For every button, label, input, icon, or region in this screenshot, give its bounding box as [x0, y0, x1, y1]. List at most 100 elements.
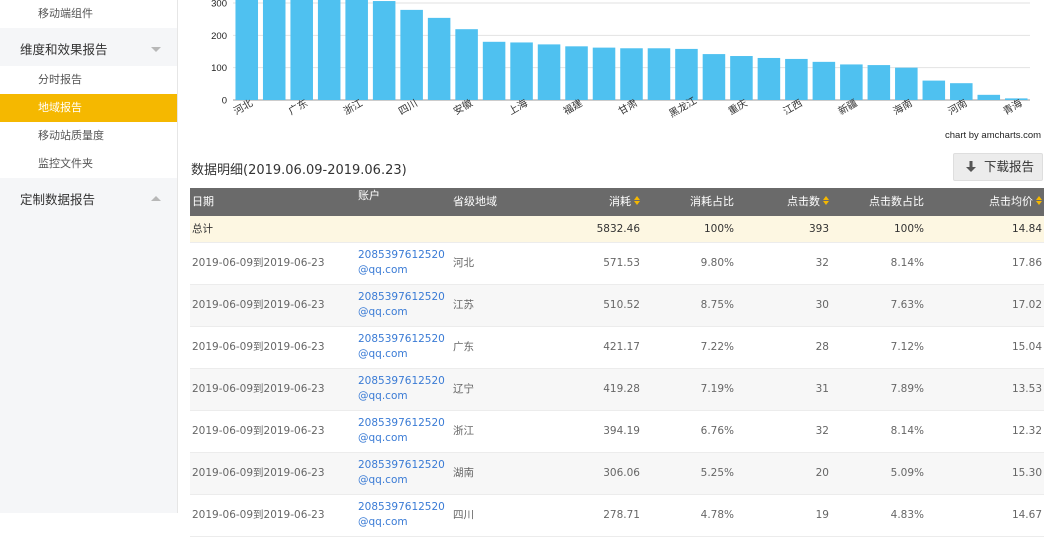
- table-row: 2019-06-09到2019-06-23 2085397612520@qq.c…: [190, 243, 1044, 285]
- row-clicks: 30: [815, 299, 829, 311]
- row-account-link[interactable]: 2085397612520@qq.com: [358, 500, 452, 530]
- bar-广西: [922, 80, 946, 100]
- bar-福建: [565, 46, 588, 100]
- row-clicks: 32: [815, 425, 829, 437]
- header-avg-label: 点击均价: [989, 195, 1033, 208]
- table-row: 2019-06-09到2019-06-23 2085397612520@qq.c…: [190, 327, 1044, 369]
- row-click-pct: 5.09%: [890, 467, 924, 479]
- row-cost: 394.19: [603, 425, 640, 437]
- total-avg: 14.84: [1011, 223, 1042, 235]
- row-cost-pct: 8.75%: [700, 299, 734, 311]
- y-tick-label: 100: [211, 63, 227, 74]
- row-cost-pct: 7.22%: [700, 341, 734, 353]
- row-cost: 510.52: [603, 299, 640, 311]
- bar-陕西: [647, 48, 671, 100]
- row-cost-pct: 5.25%: [700, 467, 734, 479]
- row-cost-pct: 4.78%: [700, 509, 734, 521]
- bar-江西: [785, 58, 808, 100]
- row-avg: 15.04: [1011, 341, 1042, 353]
- sidebar-item-hourly-report[interactable]: 分时报告: [0, 66, 177, 94]
- download-report-label: 下载报告: [984, 159, 1035, 174]
- sidebar-item-region-report[interactable]: 地域报告: [0, 94, 177, 122]
- row-account-link[interactable]: 2085397612520@qq.com: [358, 374, 452, 404]
- header-clicks[interactable]: 点击数: [787, 188, 829, 216]
- row-cost: 571.53: [603, 257, 640, 269]
- sidebar-item-monitor-folder[interactable]: 监控文件夹: [0, 150, 177, 178]
- row-account-link[interactable]: 2085397612520@qq.com: [358, 458, 452, 488]
- sidebar-item-mobile-quality[interactable]: 移动站质量度: [0, 122, 177, 150]
- header-date: 日期: [192, 195, 214, 208]
- download-report-button[interactable]: 下载报告: [953, 153, 1043, 181]
- bar-海南: [895, 67, 918, 100]
- row-avg: 14.67: [1011, 509, 1042, 521]
- bar-重庆: [730, 56, 753, 100]
- bar-宁夏: [977, 94, 1001, 100]
- bar-上海: [510, 42, 533, 100]
- bar-天津: [757, 57, 781, 100]
- header-cost-pct: 消耗占比: [690, 195, 734, 208]
- bar-浙江: [345, 0, 368, 100]
- sidebar-group-custom-reports[interactable]: 定制数据报告: [0, 184, 177, 216]
- table-row: 2019-06-09到2019-06-23 2085397612520@qq.c…: [190, 453, 1044, 495]
- row-click-pct: 7.89%: [890, 383, 924, 395]
- row-province: 湖南: [453, 467, 474, 479]
- bar-安徽: [455, 29, 478, 100]
- sort-icon[interactable]: [1036, 196, 1042, 206]
- sidebar-item-label: 移动端组件: [38, 7, 93, 20]
- y-tick-label: 200: [211, 31, 227, 42]
- row-cost: 419.28: [603, 383, 640, 395]
- row-avg: 12.32: [1011, 425, 1042, 437]
- sidebar-group-dimension-reports[interactable]: 维度和效果报告: [0, 34, 177, 66]
- total-cost-pct: 100%: [703, 223, 734, 235]
- sidebar-item-label: 分时报告: [38, 73, 82, 86]
- sort-icon[interactable]: [634, 196, 640, 206]
- sidebar-item-label: 移动站质量度: [38, 129, 104, 142]
- sidebar-item-mobile-components[interactable]: 移动端组件: [0, 0, 177, 28]
- bar-广东: [290, 0, 313, 100]
- row-clicks: 32: [815, 257, 829, 269]
- row-click-pct: 4.83%: [890, 509, 924, 521]
- sidebar-item-label: 地域报告: [38, 101, 82, 114]
- sort-icon[interactable]: [823, 196, 829, 206]
- row-avg: 17.86: [1011, 257, 1042, 269]
- chart-canvas: 0100200300河北 广东 浙江 四川 安徽 上海 福建 甘肃 黑龙江 重庆 江西 新疆 海南 河南青…: [211, 0, 1030, 120]
- bar-湖南: [372, 1, 396, 100]
- row-account-link[interactable]: 2085397612520@qq.com: [358, 248, 452, 278]
- sidebar: 移动端组件 维度和效果报告 分时报告 地域报告 移动站质量度 监控文件夹 定制数…: [0, 0, 178, 513]
- row-date: 2019-06-09到2019-06-23: [192, 383, 325, 395]
- row-cost-pct: 7.19%: [700, 383, 734, 395]
- header-avg-cpc[interactable]: 点击均价: [989, 188, 1042, 216]
- row-date: 2019-06-09到2019-06-23: [192, 299, 325, 311]
- row-date: 2019-06-09到2019-06-23: [192, 509, 325, 521]
- header-cost[interactable]: 消耗: [609, 188, 640, 216]
- row-cost: 306.06: [603, 467, 640, 479]
- row-cost: 278.71: [603, 509, 640, 521]
- row-click-pct: 7.12%: [890, 341, 924, 353]
- row-clicks: 28: [815, 341, 829, 353]
- row-account-link[interactable]: 2085397612520@qq.com: [358, 332, 452, 362]
- section-title: 数据明细(2019.06.09-2019.06.23): [191, 163, 407, 178]
- row-province: 河北: [453, 257, 474, 269]
- bar-内蒙古: [812, 61, 836, 100]
- header-click-pct: 点击数占比: [869, 195, 924, 208]
- row-date: 2019-06-09到2019-06-23: [192, 425, 325, 437]
- header-clicks-label: 点击数: [787, 195, 820, 208]
- table-row: 2019-06-09到2019-06-23 2085397612520@qq.c…: [190, 495, 1044, 537]
- row-account-link[interactable]: 2085397612520@qq.com: [358, 416, 452, 446]
- row-date: 2019-06-09到2019-06-23: [192, 257, 325, 269]
- total-cost: 5832.46: [596, 223, 640, 235]
- row-account-link[interactable]: 2085397612520@qq.com: [358, 290, 452, 320]
- chart-credit[interactable]: chart by amcharts.com: [945, 130, 1041, 141]
- download-icon: [966, 161, 976, 172]
- row-click-pct: 7.63%: [890, 299, 924, 311]
- bar-湖北: [482, 41, 506, 100]
- header-province: 省级地域: [453, 195, 497, 208]
- row-cost-pct: 9.80%: [700, 257, 734, 269]
- row-clicks: 20: [815, 467, 829, 479]
- table-row: 2019-06-09到2019-06-23 2085397612520@qq.c…: [190, 285, 1044, 327]
- row-date: 2019-06-09到2019-06-23: [192, 467, 325, 479]
- y-tick-label: 0: [222, 96, 227, 107]
- data-table: 日期 账户 省级地域 消耗 消耗占比 点击数 点击数占比 点击均价 总计 583…: [190, 188, 1044, 537]
- sidebar-group-label: 维度和效果报告: [20, 42, 108, 57]
- row-province: 浙江: [453, 425, 474, 437]
